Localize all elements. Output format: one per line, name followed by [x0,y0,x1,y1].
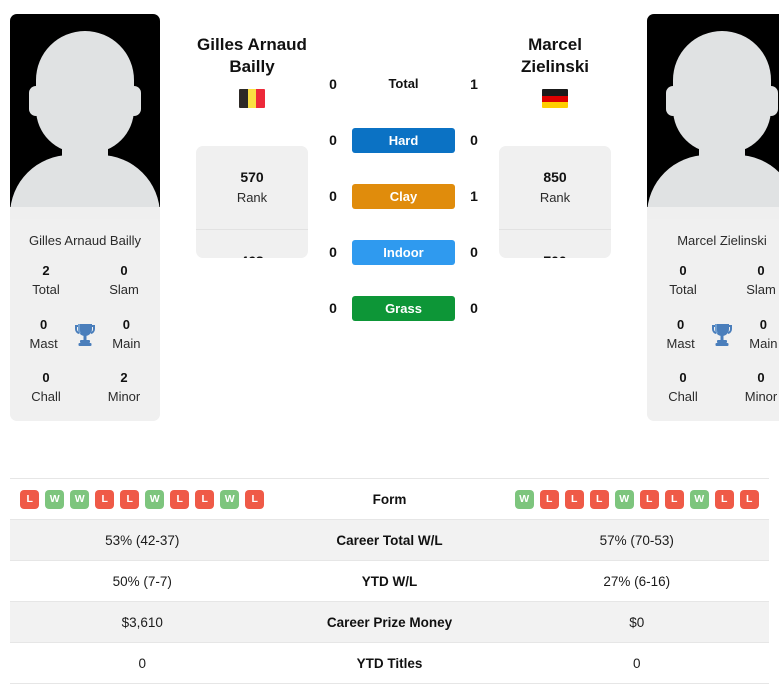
left-player-titles-grid: 2 Total 0 Slam 0 Mast 0 Main 0 Chall 2 M… [10,262,160,421]
title-stat-main: 0 Main [749,316,778,351]
table-row: 0 YTD Titles 0 [10,643,769,684]
title-stat-mast: 0 Mast [29,316,58,351]
right-value: 0 [632,655,641,671]
title-stat-chall: 0 Chall [31,370,61,405]
comparison-stats-table: LWWLLWLLWL Form WLLLWLLWLL 53% (42-37) C… [10,478,769,684]
left-value: 0 [138,655,146,671]
form-badge-loss[interactable]: L [564,489,584,509]
h2h-right-score: 0 [470,132,478,148]
title-stat-total: 2 Total [32,263,60,297]
germany-flag-icon [542,89,568,109]
h2h-right-score: 0 [470,300,478,316]
form-badge-loss[interactable]: L [195,489,215,509]
h2h-left-score: 0 [329,188,337,204]
left-value: $3,610 [121,614,163,630]
h2h-row-grass: 0 Grass 0 [314,280,493,336]
belgium-flag-icon [239,89,265,109]
left-player-header: Gilles Arnaud Bailly [197,14,307,146]
row-label-form: Form [372,491,407,507]
form-badge-loss[interactable]: L [245,489,265,509]
right-value: 57% (70-53) [599,532,674,548]
form-badge-win[interactable]: W [614,489,634,509]
right-player-header: Marcel Zielinski [521,14,589,146]
form-badge-loss[interactable]: L [714,489,734,509]
surface-badge-clay[interactable]: Clay [352,183,455,209]
title-stat-slam: 0 Slam [109,263,139,297]
title-stat-chall: 0 Chall [668,370,698,405]
table-row-form: LWWLLWLLWL Form WLLLWLLWLL [10,479,769,520]
form-badge-loss[interactable]: L [170,489,190,509]
form-badge-loss[interactable]: L [95,489,115,509]
h2h-left-score: 0 [329,132,337,148]
form-badge-loss[interactable]: L [739,489,759,509]
right-value: $0 [629,614,645,630]
h2h-right-score: 1 [470,76,478,92]
stat-rank: 850 Rank [499,146,611,230]
h2h-row-total: 0 Total 1 [314,56,493,112]
form-badge-win[interactable]: W [689,489,709,509]
form-badge-loss[interactable]: L [664,489,684,509]
row-label: Career Total W/L [336,532,443,548]
h2h-right-score: 0 [470,244,478,260]
right-player-card[interactable]: Marcel Zielinski 0 Total 0 Slam 0 Mast 0… [647,14,779,422]
right-player-avatar [647,14,779,219]
row-label: Career Prize Money [326,614,453,630]
table-row: $3,610 Career Prize Money $0 [10,602,769,643]
title-stat-slam: 0 Slam [746,263,776,297]
right-form-badges: WLLLWLLWLL [505,489,770,509]
h2h-row-indoor: 0 Indoor 0 [314,224,493,280]
left-player-avatar [10,14,160,219]
stat-high: 468 High [196,230,308,258]
h2h-left-score: 0 [329,76,337,92]
left-value: 53% (42-37) [105,532,180,548]
player-comparison-section: Gilles Arnaud Bailly 2 Total 0 Slam 0 Ma… [0,0,779,470]
trophy-icon [71,323,99,347]
right-value: 27% (6-16) [603,573,671,589]
title-stat-total: 0 Total [669,263,697,297]
surface-badge-indoor[interactable]: Indoor [352,239,455,265]
h2h-row-clay: 0 Clay 1 [314,168,493,224]
form-badge-win[interactable]: W [514,489,534,509]
form-badge-loss[interactable]: L [20,489,40,509]
left-player-name-caption: Gilles Arnaud Bailly [29,233,141,248]
left-player-stat-card: 570 Rank 468 High 18 Age Plays [196,146,308,258]
stat-rank: 570 Rank [196,146,308,230]
row-label: YTD W/L [361,573,418,589]
surface-badge-hard[interactable]: Hard [352,127,455,153]
right-form-cell: WLLLWLLWLL [505,489,770,509]
form-badge-win[interactable]: W [145,489,165,509]
title-stat-minor: 0 Minor [744,370,778,405]
left-value: 50% (7-7) [112,573,172,589]
h2h-label-total: Total [388,76,419,91]
form-badge-win[interactable]: W [220,489,240,509]
left-form-cell: LWWLLWLLWL [10,489,275,509]
title-stat-mast: 0 Mast [666,316,695,351]
h2h-left-score: 0 [329,244,337,260]
form-badge-loss[interactable]: L [120,489,140,509]
form-badge-win[interactable]: W [70,489,90,509]
right-player-titles-grid: 0 Total 0 Slam 0 Mast 0 Main 0 Chall 0 M… [647,262,779,421]
title-stat-main: 0 Main [112,316,141,351]
form-badge-loss[interactable]: L [639,489,659,509]
left-player-card[interactable]: Gilles Arnaud Bailly 2 Total 0 Slam 0 Ma… [10,14,160,422]
form-badge-win[interactable]: W [45,489,65,509]
right-player-stat-card: 850 Rank 700 High 23 Age Plays [499,146,611,258]
h2h-left-score: 0 [329,300,337,316]
left-player-name: Gilles Arnaud Bailly [197,35,307,77]
h2h-row-hard: 0 Hard 0 [314,112,493,168]
title-stat-minor: 2 Minor [107,370,141,405]
stat-high: 700 High [499,230,611,258]
row-label: YTD Titles [356,655,423,671]
table-row: 50% (7-7) YTD W/L 27% (6-16) [10,561,769,602]
trophy-icon [708,323,736,347]
form-badge-loss[interactable]: L [539,489,559,509]
right-player-name: Marcel Zielinski [520,35,590,77]
table-row: 53% (42-37) Career Total W/L 57% (70-53) [10,520,769,561]
form-badge-loss[interactable]: L [589,489,609,509]
head-to-head-column: 0 Total 1 0 Hard 0 0 Clay 1 0 Indoor 0 0… [308,14,499,336]
left-form-badges: LWWLLWLLWL [10,489,275,509]
surface-badge-grass[interactable]: Grass [352,295,455,321]
right-player-name-caption: Marcel Zielinski [677,233,767,248]
h2h-right-score: 1 [470,188,478,204]
